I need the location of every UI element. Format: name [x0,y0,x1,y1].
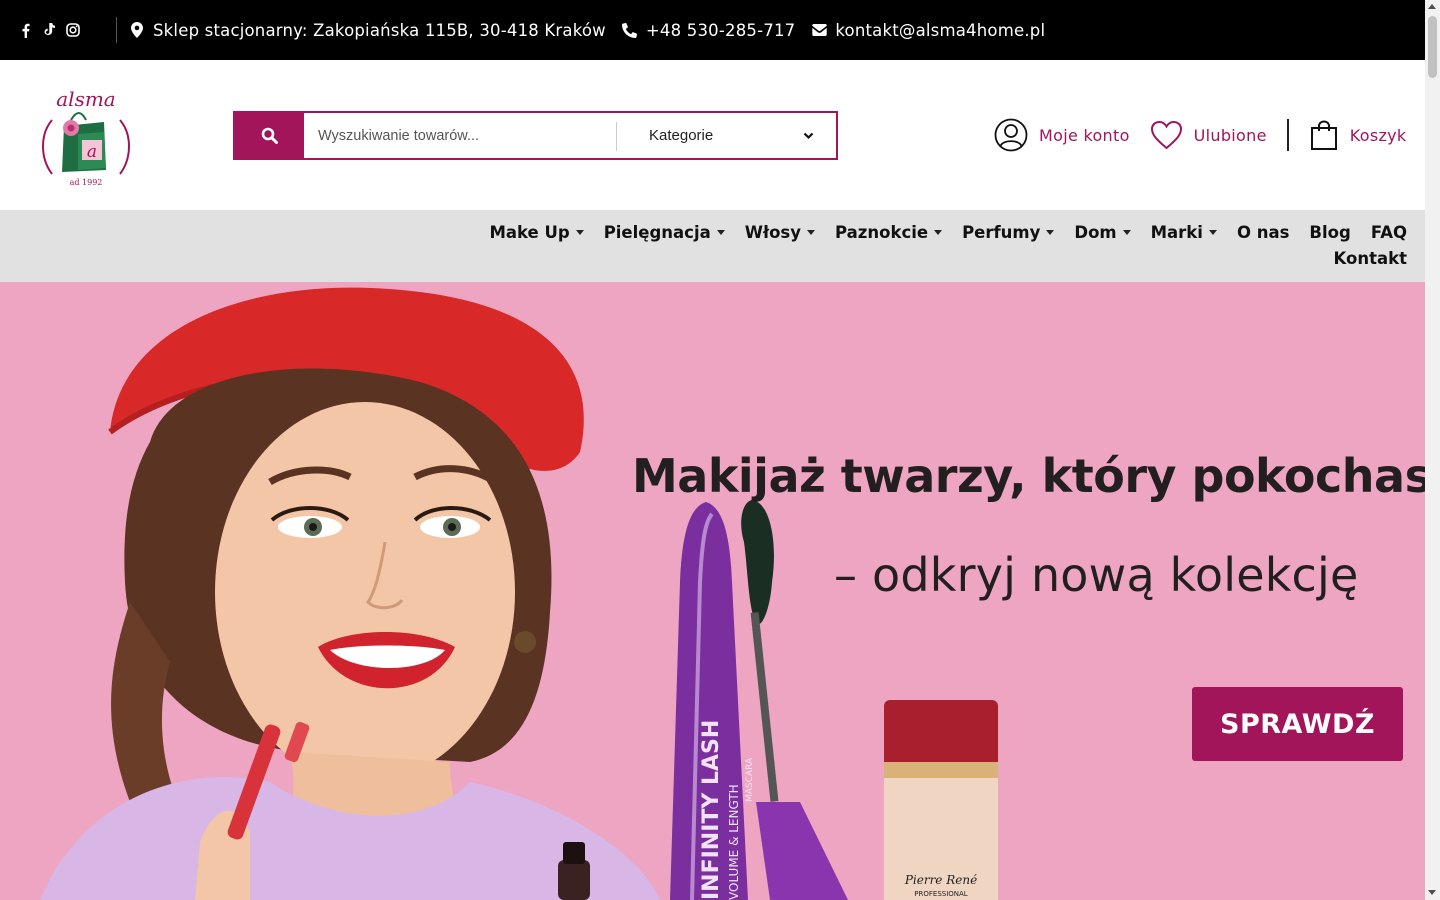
map-pin-icon [129,22,145,38]
header-divider [1286,119,1289,151]
nav-item-pielegnacja[interactable]: Pielęgnacja [604,223,725,242]
nav-item-label: Paznokcie [835,223,929,242]
account-label: Moje konto [1039,125,1130,145]
top-divider [116,17,117,43]
scroll-up-arrow-icon[interactable] [1428,4,1436,9]
tiktok-icon[interactable] [42,23,56,37]
top-bar: Sklep stacjonarny: Zakopiańska 115B, 30-… [0,0,1425,60]
account-link[interactable]: Moje konto [994,118,1130,152]
caret-down-icon [1208,230,1217,235]
nav-item-marki[interactable]: Marki [1151,223,1217,242]
nav-item-kontakt[interactable]: Kontakt [1334,249,1407,268]
caret-down-icon [1122,230,1131,235]
nav-item-label: Włosy [744,223,801,242]
nav-item-label: Marki [1150,223,1203,242]
logo-letter: a [87,142,97,162]
page-scrollbar[interactable] [1425,0,1440,900]
nav-item-label: O nas [1236,223,1290,242]
nav-row-second: Kontakt [1314,249,1407,268]
nav-item-paznokcie[interactable]: Paznokcie [835,223,943,242]
main-nav: Make Up Pielęgnacja Włosy Paznokcie Perf… [0,210,1425,282]
mascara-type: MASCARA [745,757,755,802]
nav-item-label: Pielęgnacja [603,223,711,242]
search-input[interactable] [304,113,616,158]
phone-link[interactable]: +48 530-285-717 [622,21,795,40]
mascara-sublabel: VOLUME & LENGTH [727,784,741,900]
scroll-down-arrow-icon[interactable] [1428,890,1436,895]
site-header: alsma a ad 1992 Kategorie [0,60,1425,210]
shopping-bag-icon [1309,119,1339,151]
favorites-label: Ulubione [1193,125,1267,145]
instagram-icon[interactable] [66,23,80,37]
foundation-brand: Pierre René [904,873,977,887]
caret-down-icon [807,230,815,235]
page: Sklep stacjonarny: Zakopiańska 115B, 30-… [0,0,1440,900]
nav-row: Make Up Pielęgnacja Włosy Paznokcie Perf… [469,223,1407,242]
nav-item-o-nas[interactable]: O nas [1237,223,1289,242]
caret-down-icon [934,230,943,235]
favorites-link[interactable]: Ulubione [1150,120,1267,150]
user-icon [994,118,1028,152]
address-text: Sklep stacjonarny: Zakopiańska 115B, 30-… [153,20,606,40]
nav-item-faq[interactable]: FAQ [1371,223,1407,242]
caret-down-icon [1046,230,1055,235]
search-button[interactable] [235,113,304,158]
contact-info: Sklep stacjonarny: Zakopiańska 115B, 30-… [129,21,1061,40]
search-icon [261,127,278,144]
nav-item-label: FAQ [1370,223,1407,242]
nav-item-make-up[interactable]: Make Up [489,223,584,242]
category-label: Kategorie [649,127,714,144]
nav-item-perfumy[interactable]: Perfumy [962,223,1055,242]
nav-item-dom[interactable]: Dom [1074,223,1131,242]
nav-item-blog[interactable]: Blog [1309,223,1350,242]
cart-label: Koszyk [1349,125,1407,145]
cart-link[interactable]: Koszyk [1309,119,1407,151]
facebook-icon[interactable] [18,23,32,38]
hero-headline: Makijaż twarzy, który pokochasz [632,449,1425,503]
nav-item-label: Blog [1309,223,1351,242]
phone-text: +48 530-285-717 [645,20,796,40]
svg-text:alsma: alsma [56,87,115,111]
nav-item-label: Perfumy [962,223,1041,242]
nav-item-label: Dom [1074,223,1117,242]
nav-item-wlosy[interactable]: Włosy [745,223,815,242]
foundation-sub: PROFESSIONAL [914,890,968,898]
search-bar: Kategorie [233,111,838,160]
store-address[interactable]: Sklep stacjonarny: Zakopiańska 115B, 30-… [129,21,606,40]
email-text: kontakt@alsma4home.pl [835,20,1046,40]
phone-icon [622,22,638,38]
hero-subheadline: – odkryj nową kolekcję [834,548,1359,602]
header-actions: Moje konto Ulubione Koszyk [994,117,1407,153]
chevron-down-icon [803,132,814,139]
email-link[interactable]: kontakt@alsma4home.pl [811,21,1045,40]
heart-icon [1150,120,1183,150]
mascara-label: INFINITY LASH [699,720,724,900]
logo-tagline: ad 1992 [70,178,103,187]
social-links [0,23,116,38]
hero-banner[interactable]: INFINITY LASH VOLUME & LENGTH MASCARA Pi… [0,282,1425,900]
nav-item-label: Make Up [489,223,570,242]
nav-item-label: Kontakt [1333,249,1407,268]
caret-down-icon [575,230,584,235]
site-logo[interactable]: alsma a ad 1992 [34,82,138,190]
hero-cta-button[interactable]: SPRAWDŹ [1192,687,1403,761]
category-select[interactable]: Kategorie [617,113,836,158]
scrollbar-thumb[interactable] [1428,16,1437,78]
caret-down-icon [716,230,725,235]
envelope-icon [811,22,827,38]
